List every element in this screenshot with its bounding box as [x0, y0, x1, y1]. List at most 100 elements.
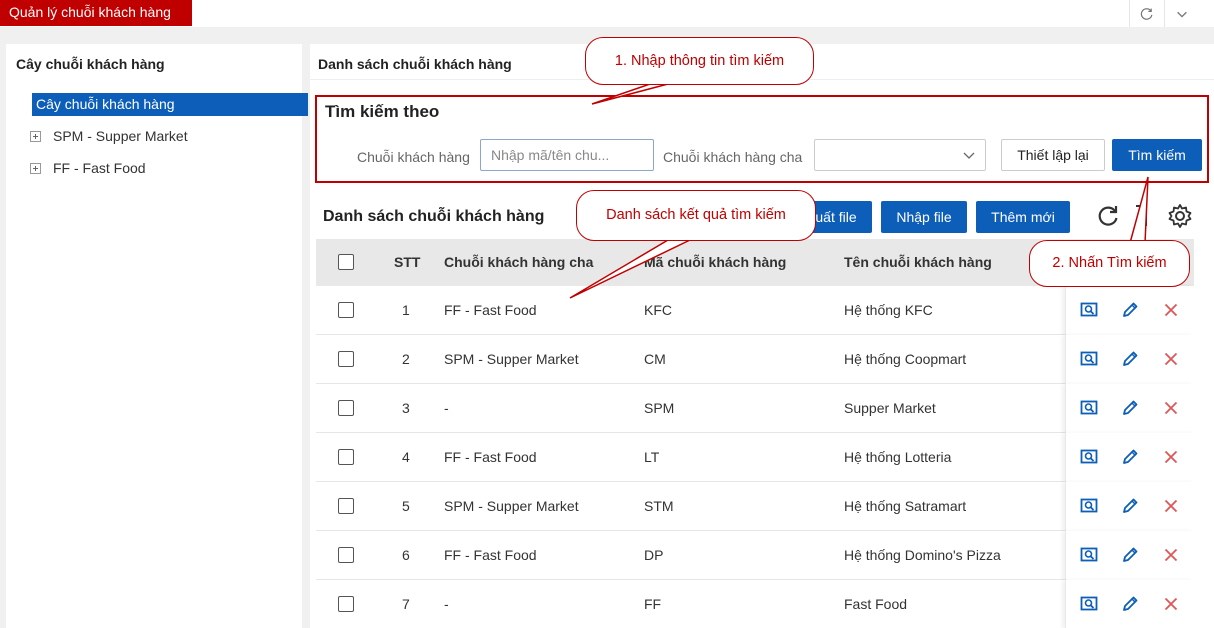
cell-stt: 1: [402, 302, 410, 318]
cell-chain-code: DP: [644, 547, 664, 563]
cell-stt: 7: [402, 596, 410, 612]
table-row[interactable]: 1 FF - Fast Food KFC Hệ thống KFC: [316, 286, 1194, 335]
table-row[interactable]: 6 FF - Fast Food DP Hệ thống Domino's Pi…: [316, 531, 1194, 580]
cell-chain-name: Hệ thống Coopmart: [844, 351, 967, 367]
edit-pencil-icon[interactable]: [1121, 595, 1139, 613]
row-actions: [1065, 433, 1194, 482]
reset-button[interactable]: Thiết lập lại: [1001, 139, 1105, 171]
row-checkbox[interactable]: [338, 302, 354, 318]
customer-chain-tree-panel: Cây chuỗi khách hàng Cây chuỗi khách hàn…: [6, 44, 308, 628]
tree-panel-title: Cây chuỗi khách hàng: [16, 56, 165, 72]
gear-icon[interactable]: [1166, 202, 1194, 230]
row-checkbox[interactable]: [338, 596, 354, 612]
import-file-button[interactable]: Nhập file: [881, 201, 967, 233]
chevron-down-icon: [963, 152, 975, 159]
callout-step2: 2. Nhấn Tìm kiếm: [1029, 240, 1190, 287]
row-checkbox[interactable]: [338, 498, 354, 514]
parent-chain-select[interactable]: [814, 139, 986, 171]
tree-node-ff[interactable]: FF - Fast Food: [30, 157, 146, 179]
delete-x-icon[interactable]: [1162, 546, 1180, 564]
cell-stt: 6: [402, 547, 410, 563]
row-actions: [1065, 531, 1194, 580]
cell-chain-name: Fast Food: [844, 596, 908, 612]
cell-stt: 5: [402, 498, 410, 514]
delete-x-icon[interactable]: [1162, 448, 1180, 466]
table-row[interactable]: 5 SPM - Supper Market STM Hệ thống Satra…: [316, 482, 1194, 531]
table-row[interactable]: 4 FF - Fast Food LT Hệ thống Lotteria: [316, 433, 1194, 482]
cell-chain-code: SPM: [644, 400, 675, 416]
cell-chain-code: FF: [644, 596, 662, 612]
row-checkbox[interactable]: [338, 351, 354, 367]
refresh-icon[interactable]: [1129, 0, 1163, 27]
cell-parent-chain: -: [444, 400, 449, 416]
edit-pencil-icon[interactable]: [1121, 546, 1139, 564]
cell-parent-chain: -: [444, 596, 449, 612]
top-bar: Quản lý chuỗi khách hàng: [0, 0, 1214, 27]
delete-x-icon[interactable]: [1162, 350, 1180, 368]
tree-node-spm[interactable]: SPM - Supper Market: [30, 125, 188, 147]
reload-icon[interactable]: [1094, 202, 1122, 230]
row-actions: [1065, 286, 1194, 335]
row-actions: [1065, 580, 1194, 628]
view-detail-icon[interactable]: [1080, 497, 1098, 515]
cell-parent-chain: SPM - Supper Market: [444, 498, 579, 514]
chain-label: Chuỗi khách hàng: [357, 149, 470, 165]
tree-root-node[interactable]: Cây chuỗi khách hàng: [32, 93, 308, 116]
expand-plus-icon[interactable]: [30, 130, 41, 142]
row-checkbox[interactable]: [338, 400, 354, 416]
search-button[interactable]: Tìm kiếm: [1112, 139, 1202, 171]
cell-parent-chain: FF - Fast Food: [444, 449, 537, 465]
select-all-checkbox[interactable]: [338, 254, 354, 270]
view-detail-icon[interactable]: [1080, 350, 1098, 368]
delete-x-icon[interactable]: [1162, 399, 1180, 417]
parent-chain-label: Chuỗi khách hàng cha: [663, 149, 803, 165]
view-detail-icon[interactable]: [1080, 448, 1098, 466]
search-heading: Tìm kiếm theo: [325, 102, 440, 121]
expand-plus-icon[interactable]: [30, 162, 41, 174]
add-new-button[interactable]: Thêm mới: [976, 201, 1070, 233]
cell-chain-name: Hệ thống KFC: [844, 302, 933, 318]
cell-chain-code: CM: [644, 351, 666, 367]
cell-chain-code: KFC: [644, 302, 672, 318]
chevron-down-icon[interactable]: [1164, 0, 1198, 27]
column-toggle-icon[interactable]: [1132, 202, 1160, 230]
view-detail-icon[interactable]: [1080, 595, 1098, 613]
row-checkbox[interactable]: [338, 547, 354, 563]
view-detail-icon[interactable]: [1080, 546, 1098, 564]
cell-stt: 3: [402, 400, 410, 416]
callout-results: Danh sách kết quả tìm kiếm: [576, 190, 816, 241]
cell-stt: 4: [402, 449, 410, 465]
view-detail-icon[interactable]: [1080, 301, 1098, 319]
edit-pencil-icon[interactable]: [1121, 350, 1139, 368]
header-chain-code[interactable]: Mã chuỗi khách hàng: [644, 254, 786, 270]
row-checkbox[interactable]: [338, 449, 354, 465]
table-row[interactable]: 2 SPM - Supper Market CM Hệ thống Coopma…: [316, 335, 1194, 384]
customer-chain-list-panel: Danh sách chuỗi khách hàng Tìm kiếm theo…: [310, 44, 1214, 628]
view-detail-icon[interactable]: [1080, 399, 1098, 417]
edit-pencil-icon[interactable]: [1121, 301, 1139, 319]
search-form: Tìm kiếm theo Chuỗi khách hàng Chuỗi khá…: [315, 95, 1209, 183]
page-title: Danh sách chuỗi khách hàng: [318, 56, 512, 72]
tree-node-label: SPM - Supper Market: [53, 128, 188, 144]
table-row[interactable]: 3 - SPM Supper Market: [316, 384, 1194, 433]
header-chain-name[interactable]: Tên chuỗi khách hàng: [844, 254, 992, 270]
cell-chain-name: Hệ thống Satramart: [844, 498, 967, 514]
row-actions: [1065, 384, 1194, 433]
edit-pencil-icon[interactable]: [1121, 497, 1139, 515]
edit-pencil-icon[interactable]: [1121, 399, 1139, 417]
table-row[interactable]: 7 - FF Fast Food: [316, 580, 1194, 628]
delete-x-icon[interactable]: [1162, 497, 1180, 515]
edit-pencil-icon[interactable]: [1121, 448, 1139, 466]
chain-search-input[interactable]: [480, 139, 654, 171]
app-tab-title[interactable]: Quản lý chuỗi khách hàng: [0, 0, 192, 26]
delete-x-icon[interactable]: [1162, 301, 1180, 319]
cell-chain-code: LT: [644, 449, 660, 465]
callout-step1: 1. Nhập thông tin tìm kiếm: [585, 37, 814, 85]
cell-chain-code: STM: [644, 498, 674, 514]
header-parent-chain[interactable]: Chuỗi khách hàng cha: [444, 254, 593, 270]
tree-node-label: FF - Fast Food: [53, 160, 146, 176]
delete-x-icon[interactable]: [1162, 595, 1180, 613]
cell-chain-name: Hệ thống Lotteria: [844, 449, 952, 465]
cell-chain-name: Hệ thống Domino's Pizza: [844, 547, 1001, 563]
row-actions: [1065, 335, 1194, 384]
